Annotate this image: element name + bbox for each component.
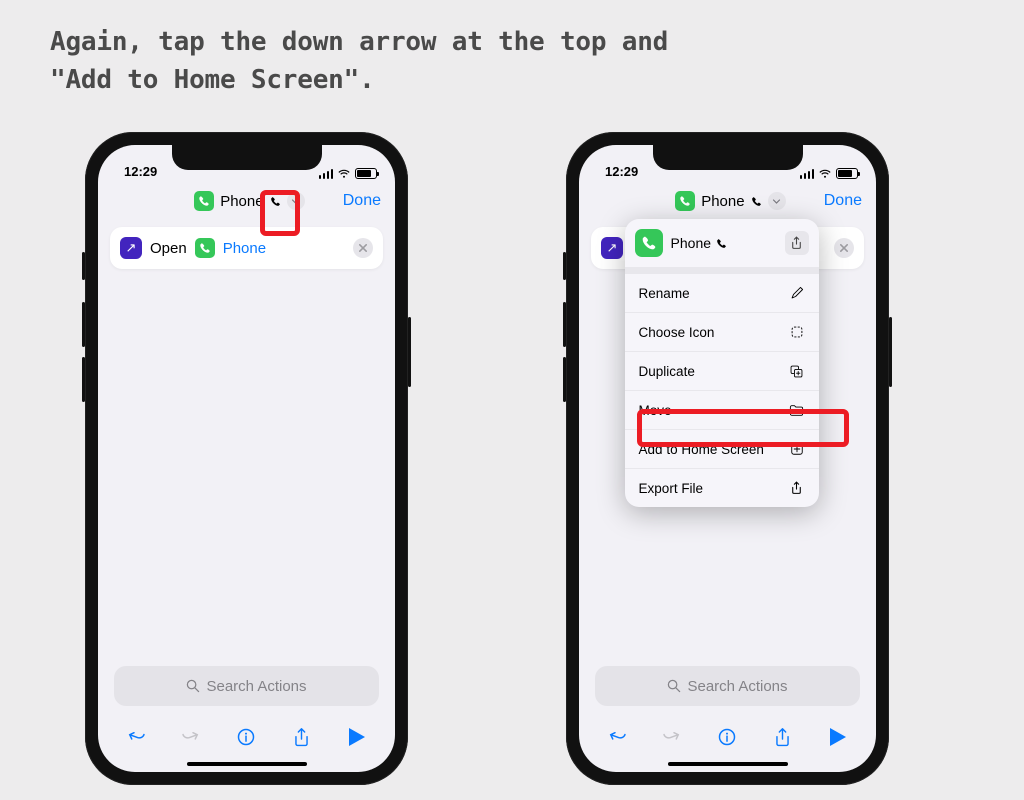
home-indicator[interactable] bbox=[187, 762, 307, 766]
run-button[interactable] bbox=[342, 722, 372, 752]
phone-notch bbox=[653, 145, 803, 170]
open-action-icon: ↗ bbox=[120, 237, 142, 259]
open-app-action-row[interactable]: ↗ Open Phone bbox=[110, 227, 383, 269]
phone-mockup-left: 12:29 Phone Done ↗ bbox=[85, 132, 408, 785]
menu-duplicate-label: Duplicate bbox=[639, 364, 695, 379]
remove-action-button[interactable] bbox=[353, 238, 373, 258]
close-icon bbox=[840, 244, 848, 252]
redo-button bbox=[176, 722, 206, 752]
undo-icon bbox=[607, 727, 627, 747]
redo-icon bbox=[662, 727, 682, 747]
handset-icon bbox=[751, 196, 762, 207]
menu-duplicate[interactable]: Duplicate bbox=[625, 351, 819, 390]
share-icon bbox=[790, 236, 803, 250]
phone-app-icon bbox=[194, 191, 214, 211]
undo-button[interactable] bbox=[121, 722, 151, 752]
menu-choose-icon[interactable]: Choose Icon bbox=[625, 312, 819, 351]
redo-button bbox=[657, 722, 687, 752]
open-action-icon: ↗ bbox=[601, 237, 623, 259]
share-icon bbox=[773, 727, 792, 748]
phone-mockup-right: 12:29 Phone Done ↗ bbox=[566, 132, 889, 785]
shortcut-navbar: Phone Done bbox=[98, 181, 395, 221]
close-icon bbox=[359, 244, 367, 252]
instruction-line-1: Again, tap the down arrow at the top and bbox=[50, 24, 668, 62]
info-icon bbox=[717, 727, 737, 747]
play-icon bbox=[349, 728, 365, 746]
popover-share-button[interactable] bbox=[785, 231, 809, 255]
status-time: 12:29 bbox=[116, 164, 157, 179]
title-dropdown-button[interactable] bbox=[768, 192, 786, 210]
duplicate-icon bbox=[789, 363, 805, 379]
info-button[interactable] bbox=[712, 722, 742, 752]
shortcut-title: Phone bbox=[701, 193, 744, 210]
chevron-down-icon bbox=[772, 197, 781, 206]
share-button[interactable] bbox=[287, 722, 317, 752]
arrow-up-right-icon: ↗ bbox=[126, 240, 137, 256]
run-button[interactable] bbox=[823, 722, 853, 752]
editor-toolbar bbox=[579, 714, 876, 760]
info-icon bbox=[236, 727, 256, 747]
undo-button[interactable] bbox=[602, 722, 632, 752]
signal-icon bbox=[319, 169, 334, 179]
search-placeholder: Search Actions bbox=[687, 678, 787, 695]
highlight-chevron bbox=[260, 190, 300, 236]
search-actions-field[interactable]: Search Actions bbox=[114, 666, 379, 706]
open-app-name[interactable]: Phone bbox=[223, 240, 266, 257]
status-time: 12:29 bbox=[597, 164, 638, 179]
menu-export-file[interactable]: Export File bbox=[625, 468, 819, 507]
pencil-icon bbox=[789, 285, 805, 301]
phone-app-icon bbox=[635, 229, 663, 257]
menu-rename[interactable]: Rename bbox=[625, 273, 819, 312]
dashed-square-icon bbox=[789, 324, 805, 340]
done-button[interactable]: Done bbox=[824, 192, 862, 210]
share-button[interactable] bbox=[768, 722, 798, 752]
info-button[interactable] bbox=[231, 722, 261, 752]
editor-toolbar bbox=[98, 714, 395, 760]
open-label: Open bbox=[150, 240, 187, 257]
menu-rename-label: Rename bbox=[639, 286, 690, 301]
phone-app-icon bbox=[195, 238, 215, 258]
done-button[interactable]: Done bbox=[343, 192, 381, 210]
phone-app-icon bbox=[675, 191, 695, 211]
search-actions-field[interactable]: Search Actions bbox=[595, 666, 860, 706]
redo-icon bbox=[181, 727, 201, 747]
remove-action-button[interactable] bbox=[834, 238, 854, 258]
share-icon bbox=[789, 480, 805, 496]
share-icon bbox=[292, 727, 311, 748]
instruction-line-2: "Add to Home Screen". bbox=[50, 62, 668, 100]
instruction-text: Again, tap the down arrow at the top and… bbox=[50, 24, 668, 99]
home-indicator[interactable] bbox=[668, 762, 788, 766]
undo-icon bbox=[126, 727, 146, 747]
handset-icon bbox=[716, 238, 727, 249]
search-icon bbox=[186, 679, 200, 693]
shortcut-navbar: Phone Done bbox=[579, 181, 876, 221]
highlight-add-to-home bbox=[637, 409, 849, 447]
wifi-icon bbox=[337, 169, 351, 179]
search-icon bbox=[667, 679, 681, 693]
battery-icon bbox=[355, 168, 377, 179]
search-placeholder: Search Actions bbox=[206, 678, 306, 695]
popover-title: Phone bbox=[671, 235, 711, 251]
play-icon bbox=[830, 728, 846, 746]
menu-export-label: Export File bbox=[639, 481, 704, 496]
shortcut-title: Phone bbox=[220, 193, 263, 210]
signal-icon bbox=[800, 169, 815, 179]
menu-choose-icon-label: Choose Icon bbox=[639, 325, 715, 340]
arrow-up-right-icon: ↗ bbox=[607, 240, 618, 256]
battery-icon bbox=[836, 168, 858, 179]
shortcut-options-popover: Phone Rename Choose Icon Duplicate bbox=[625, 219, 819, 507]
phone-notch bbox=[172, 145, 322, 170]
wifi-icon bbox=[818, 169, 832, 179]
